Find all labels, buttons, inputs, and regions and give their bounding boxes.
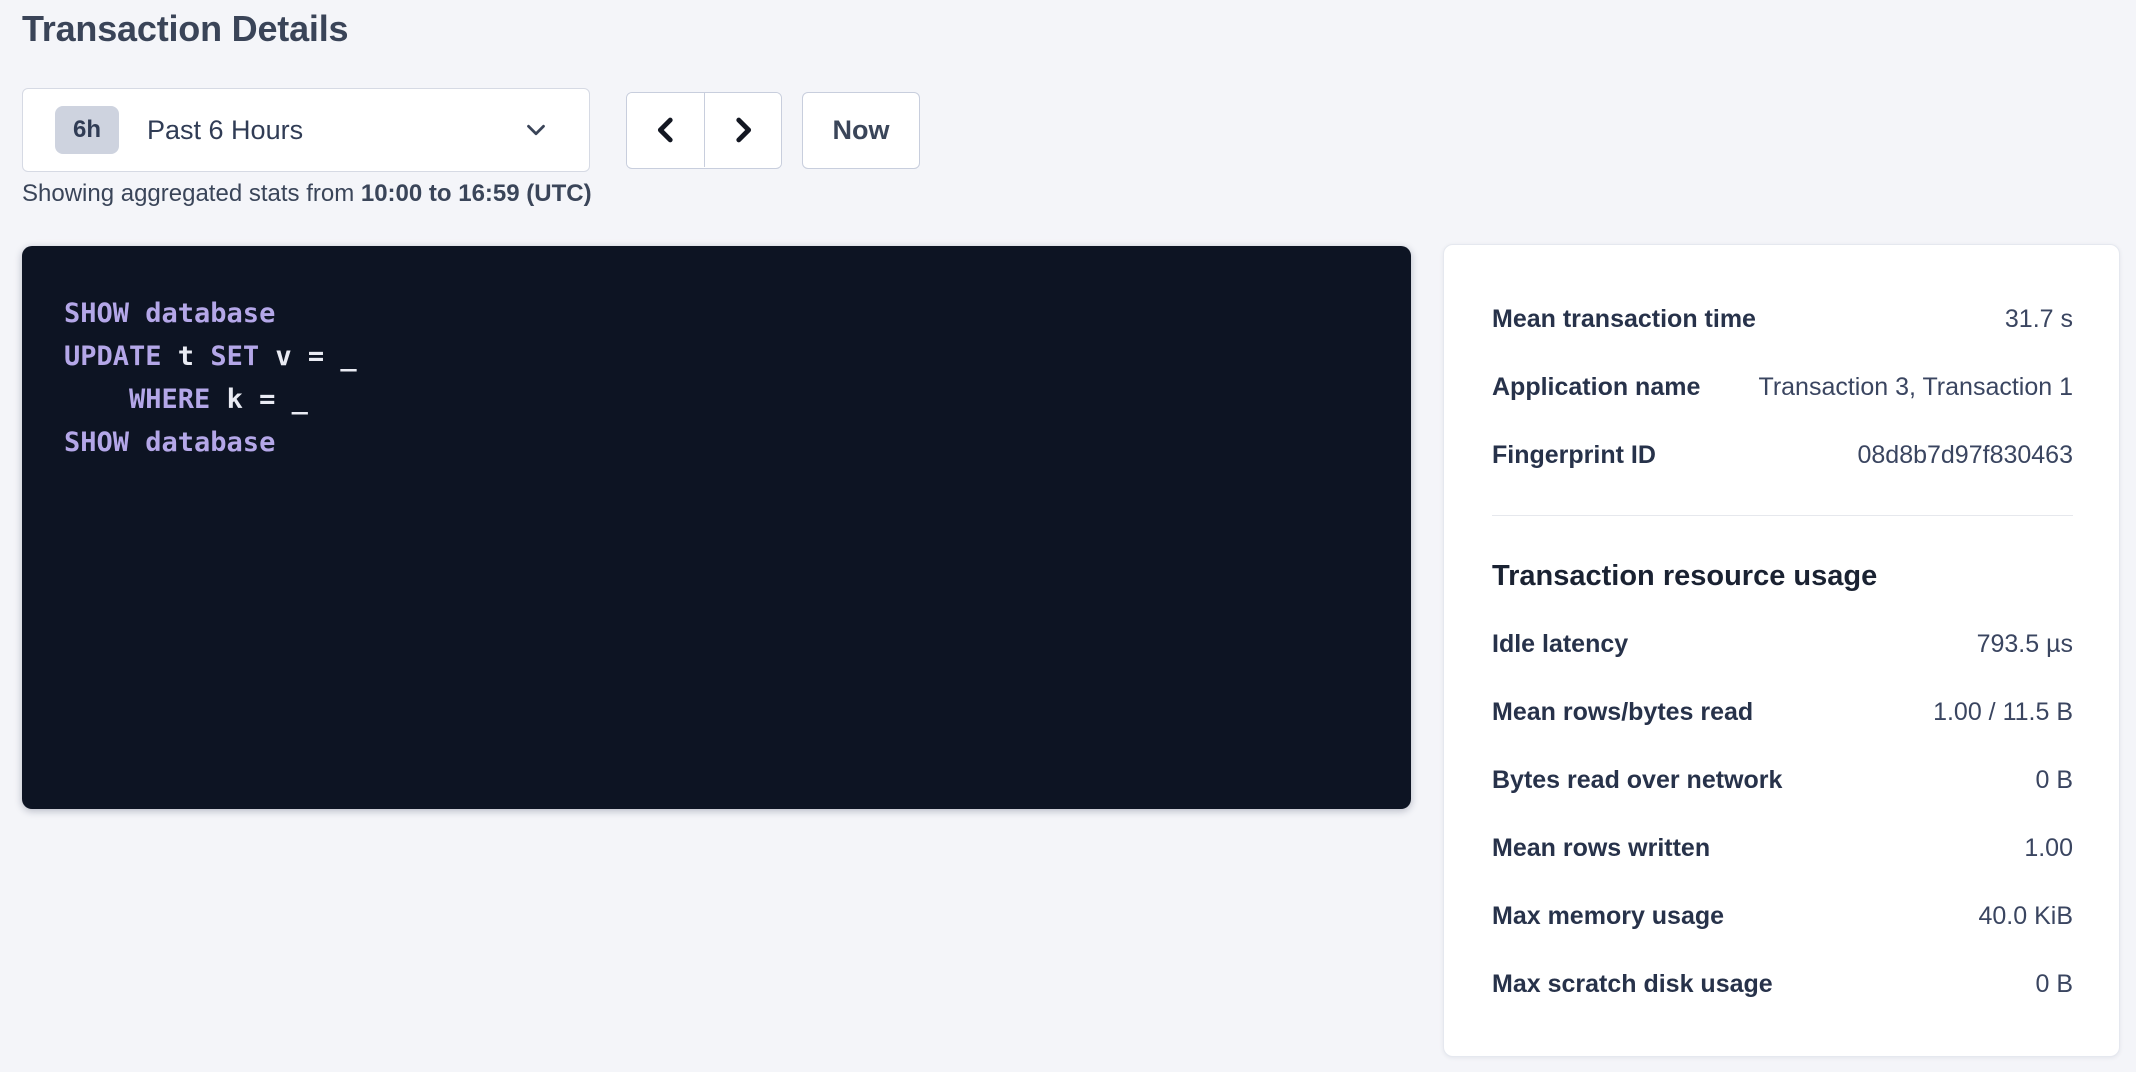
stat-row-bytes-read-over-network: Bytes read over network 0 B [1492,746,2073,814]
chevron-right-icon [726,113,760,147]
time-nav-group [626,92,782,169]
stat-value: 1.00 [2024,834,2073,863]
stat-value: 31.7 s [2005,305,2073,334]
transaction-summary-card: Mean transaction time 31.7 s Application… [1443,244,2120,1057]
page-title: Transaction Details [22,8,348,50]
caption-time-range: 10:00 to 16:59 (UTC) [361,180,592,207]
stat-label: Max memory usage [1492,902,1724,931]
transaction-details-page: Transaction Details 6h Past 6 Hours [0,0,2136,1072]
sql-statement-line: SHOW database [64,421,1369,464]
sql-token: t [162,341,211,372]
sql-statement-line: UPDATE t SET v = _ [64,335,1369,378]
sql-token: SET [210,341,259,372]
sql-token: SHOW database [64,298,275,329]
sql-token: k = _ [210,384,308,415]
time-range-dropdown[interactable]: 6h Past 6 Hours [22,88,590,172]
stat-row-mean-rows-bytes-read: Mean rows/bytes read 1.00 / 11.5 B [1492,678,2073,746]
sql-token [64,384,129,415]
prev-time-button[interactable] [627,93,704,167]
sql-statement-line: SHOW database [64,292,1369,335]
sql-token: UPDATE [64,341,162,372]
chevron-down-icon [521,115,551,145]
stat-label: Application name [1492,373,1700,402]
stat-label: Bytes read over network [1492,766,1782,795]
resource-usage-heading-row: Transaction resource usage [1492,542,2073,610]
card-divider [1492,515,2073,516]
time-range-label: Past 6 Hours [147,115,303,146]
sql-token: v = _ [259,341,357,372]
stat-label: Mean transaction time [1492,305,1756,334]
next-time-button[interactable] [704,93,781,167]
stat-value: 0 B [2035,970,2073,999]
transaction-sql-statements: SHOW database UPDATE t SET v = _ WHERE k… [22,246,1411,809]
stat-value: 793.5 µs [1977,630,2073,659]
stat-row-mean-transaction-time: Mean transaction time 31.7 s [1492,285,2073,353]
stat-label: Mean rows written [1492,834,1710,863]
resource-usage-heading: Transaction resource usage [1492,560,1877,593]
stat-label: Fingerprint ID [1492,441,1656,470]
caption-prefix: Showing aggregated stats from [22,180,361,207]
chevron-left-icon [649,113,683,147]
aggregated-stats-caption: Showing aggregated stats from 10:00 to 1… [22,180,592,208]
time-range-badge: 6h [55,106,119,154]
stat-row-max-scratch-disk-usage: Max scratch disk usage 0 B [1492,950,2073,1018]
stat-row-application-name: Application name Transaction 3, Transact… [1492,353,2073,421]
stat-label: Idle latency [1492,630,1628,659]
stat-label: Max scratch disk usage [1492,970,1773,999]
stat-value: 40.0 KiB [1978,902,2073,931]
time-controls: 6h Past 6 Hours [22,88,920,172]
sql-token: SHOW database [64,427,275,458]
stat-label: Mean rows/bytes read [1492,698,1753,727]
stat-value: 0 B [2035,766,2073,795]
stat-row-fingerprint-id: Fingerprint ID 08d8b7d97f830463 [1492,421,2073,489]
now-button[interactable]: Now [802,92,920,169]
sql-token: WHERE [129,384,210,415]
sql-statement-line: WHERE k = _ [64,378,1369,421]
stat-row-max-memory-usage: Max memory usage 40.0 KiB [1492,882,2073,950]
stat-value: Transaction 3, Transaction 1 [1758,373,2073,402]
stat-row-idle-latency: Idle latency 793.5 µs [1492,610,2073,678]
stat-row-mean-rows-written: Mean rows written 1.00 [1492,814,2073,882]
stat-value: 08d8b7d97f830463 [1857,441,2073,470]
stat-value: 1.00 / 11.5 B [1933,698,2073,727]
